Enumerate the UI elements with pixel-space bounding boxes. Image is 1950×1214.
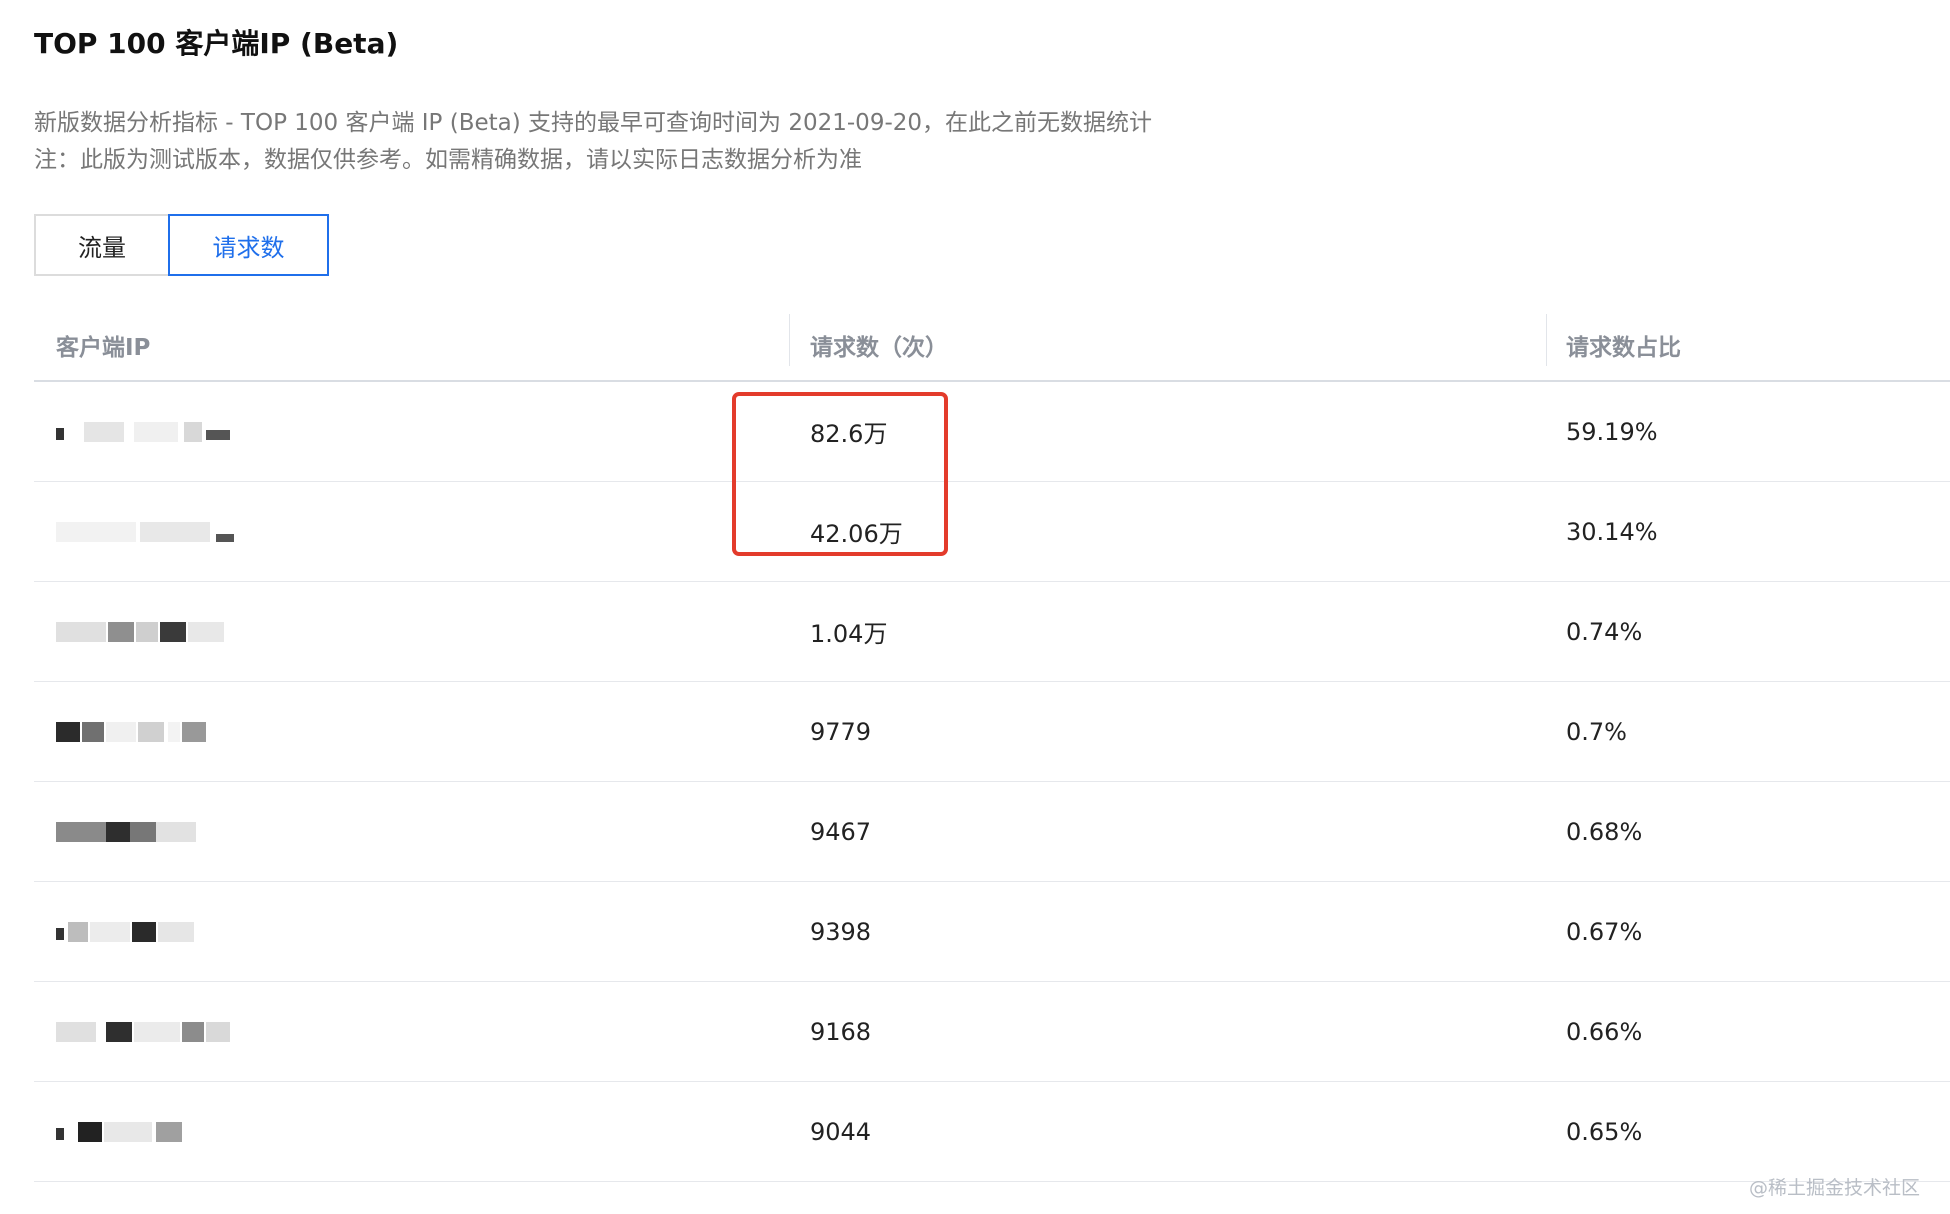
requests-cell: 82.6万 bbox=[810, 420, 888, 448]
requests-cell: 9044 bbox=[810, 1117, 872, 1146]
table-row[interactable]: 1.04万 0.74% bbox=[34, 582, 1950, 682]
ratio-cell: 30.14% bbox=[1566, 517, 1658, 546]
table-row[interactable]: 82.6万 59.19% bbox=[34, 382, 1950, 482]
requests-cell: 9779 bbox=[810, 717, 872, 746]
table-row[interactable]: 9467 0.68% bbox=[34, 782, 1950, 882]
redacted-ip bbox=[56, 720, 236, 746]
metric-tab-group: 流量 请求数 bbox=[34, 214, 329, 276]
description-line-2: 注：此版为测试版本，数据仅供参考。如需精确数据，请以实际日志数据分析为准 bbox=[34, 147, 862, 173]
watermark: @稀土掘金技术社区 bbox=[1748, 1177, 1920, 1199]
page-title: TOP 100 客户端IP (Beta) bbox=[34, 27, 399, 60]
requests-cell: 9398 bbox=[810, 917, 872, 946]
tab-requests[interactable]: 请求数 bbox=[168, 214, 329, 276]
redacted-ip bbox=[56, 820, 236, 846]
requests-cell: 42.06万 bbox=[810, 520, 903, 548]
ratio-cell: 0.68% bbox=[1566, 817, 1643, 846]
redacted-ip bbox=[56, 620, 236, 646]
redacted-ip bbox=[56, 420, 236, 446]
redacted-ip bbox=[56, 1020, 236, 1046]
redacted-ip bbox=[56, 1120, 236, 1146]
column-divider bbox=[1546, 314, 1547, 366]
column-divider bbox=[789, 314, 790, 366]
redacted-ip bbox=[56, 920, 236, 946]
ratio-cell: 0.74% bbox=[1566, 617, 1643, 646]
table-row[interactable]: 9779 0.7% bbox=[34, 682, 1950, 782]
column-header-requests[interactable]: 请求数（次） bbox=[810, 310, 948, 380]
table-row[interactable]: 9168 0.66% bbox=[34, 982, 1950, 1082]
table-row[interactable]: 42.06万 30.14% bbox=[34, 482, 1950, 582]
requests-cell: 9168 bbox=[810, 1017, 872, 1046]
table-header: 客户端IP 请求数（次） 请求数占比 bbox=[34, 310, 1950, 382]
column-header-request-ratio[interactable]: 请求数占比 bbox=[1566, 310, 1681, 380]
column-header-client-ip[interactable]: 客户端IP bbox=[56, 310, 150, 380]
client-ip-table: 客户端IP 请求数（次） 请求数占比 82.6万 59.19% 42.06万 3… bbox=[34, 310, 1950, 1182]
tab-traffic[interactable]: 流量 bbox=[34, 214, 168, 276]
ratio-cell: 0.67% bbox=[1566, 917, 1643, 946]
ratio-cell: 59.19% bbox=[1566, 417, 1658, 446]
redacted-ip bbox=[56, 520, 236, 546]
requests-cell: 1.04万 bbox=[810, 620, 888, 648]
ratio-cell: 0.65% bbox=[1566, 1117, 1643, 1146]
table-row[interactable]: 9398 0.67% bbox=[34, 882, 1950, 982]
ratio-cell: 0.66% bbox=[1566, 1017, 1643, 1046]
requests-cell: 9467 bbox=[810, 817, 872, 846]
description-line-1: 新版数据分析指标 - TOP 100 客户端 IP (Beta) 支持的最早可查… bbox=[34, 110, 1153, 136]
page: TOP 100 客户端IP (Beta) 新版数据分析指标 - TOP 100 … bbox=[34, 0, 1950, 1214]
table-row[interactable]: 9044 0.65% bbox=[34, 1082, 1950, 1182]
ratio-cell: 0.7% bbox=[1566, 717, 1627, 746]
